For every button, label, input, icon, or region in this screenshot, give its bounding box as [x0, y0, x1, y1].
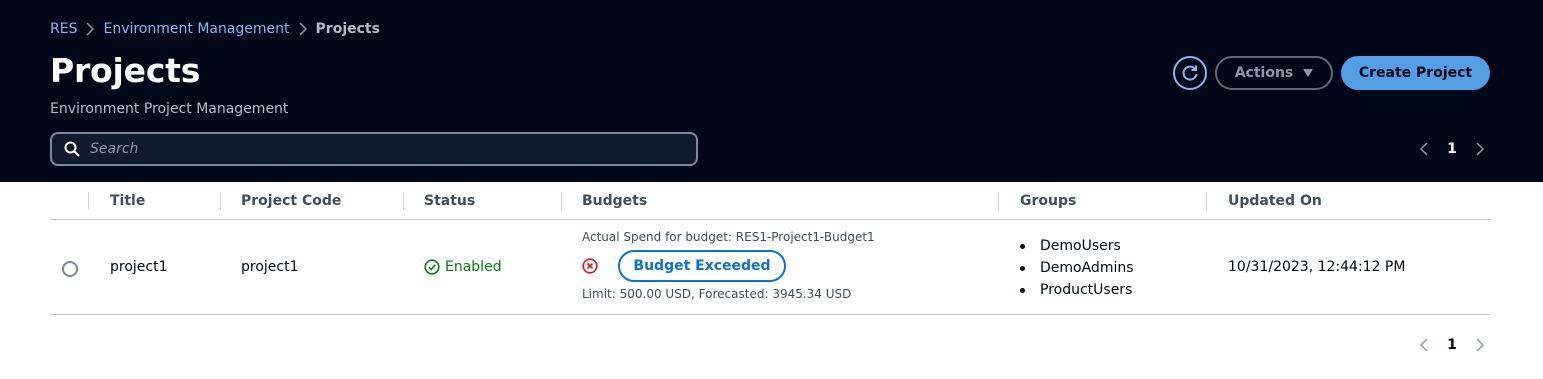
group-item: DemoAdmins	[1020, 257, 1134, 279]
breadcrumb-item-environment-management[interactable]: Environment Management	[103, 20, 289, 38]
refresh-button[interactable]	[1173, 56, 1207, 90]
refresh-icon	[1182, 65, 1198, 81]
pagination-top: 1	[1412, 137, 1492, 161]
group-item: ProductUsers	[1020, 279, 1134, 301]
chevron-left-icon[interactable]	[1412, 333, 1436, 357]
chevron-right-icon[interactable]	[1468, 333, 1492, 357]
groups-list: DemoUsers DemoAdmins ProductUsers	[1020, 235, 1134, 301]
page-number[interactable]: 1	[1436, 337, 1468, 353]
page-header: RES Environment Management Projects Proj…	[0, 0, 1543, 182]
column-header-groups[interactable]: Groups	[1020, 182, 1076, 219]
column-divider[interactable]	[403, 192, 404, 210]
search-input[interactable]	[90, 141, 670, 157]
search-icon	[64, 141, 80, 157]
row-select-radio[interactable]	[62, 261, 78, 277]
caret-down-icon	[1303, 69, 1314, 77]
column-header-status[interactable]: Status	[424, 182, 475, 219]
cell-budgets: Actual Spend for budget: RES1-Project1-B…	[582, 230, 875, 301]
budget-label: Actual Spend for budget: RES1-Project1-B…	[582, 230, 875, 244]
column-divider[interactable]	[220, 192, 221, 210]
chevron-right-icon	[77, 22, 103, 36]
column-header-project-code[interactable]: Project Code	[241, 182, 341, 219]
page-title: Projects	[50, 51, 201, 90]
cell-groups: DemoUsers DemoAdmins ProductUsers	[1020, 235, 1134, 301]
budget-exceeded-button[interactable]: Budget Exceeded	[618, 250, 786, 282]
budget-limit: Limit: 500.00 USD, Forecasted: 3945.34 U…	[582, 287, 852, 301]
column-divider[interactable]	[561, 192, 562, 210]
search-field[interactable]	[50, 132, 698, 166]
error-circle-icon	[582, 258, 598, 274]
actions-label: Actions	[1234, 65, 1294, 81]
group-item: DemoUsers	[1020, 235, 1134, 257]
status-text: Enabled	[445, 259, 502, 275]
column-header-budgets[interactable]: Budgets	[582, 182, 647, 219]
column-divider[interactable]	[1206, 192, 1207, 210]
column-header-title[interactable]: Title	[110, 182, 145, 219]
table-header: Title Project Code Status Budgets Groups…	[50, 182, 1490, 220]
cell-status: Enabled	[424, 259, 502, 275]
cell-project-code: project1	[241, 259, 299, 275]
column-header-updated-on[interactable]: Updated On	[1228, 182, 1322, 219]
column-divider[interactable]	[998, 192, 999, 210]
chevron-left-icon[interactable]	[1412, 137, 1436, 161]
create-project-button[interactable]: Create Project	[1341, 56, 1490, 90]
pagination-bottom: 1	[1412, 333, 1492, 357]
column-divider[interactable]	[88, 192, 89, 210]
chevron-right-icon[interactable]	[1468, 137, 1492, 161]
chevron-right-icon	[290, 22, 316, 36]
cell-updated-on: 10/31/2023, 12:44:12 PM	[1228, 259, 1406, 275]
actions-button[interactable]: Actions	[1215, 56, 1333, 90]
check-circle-icon	[424, 259, 440, 275]
page-subtitle: Environment Project Management	[50, 101, 289, 117]
breadcrumb: RES Environment Management Projects	[50, 20, 380, 38]
breadcrumb-current: Projects	[315, 21, 380, 37]
page-number[interactable]: 1	[1436, 141, 1468, 157]
table-row: project1 project1 Enabled Actual Spend f…	[50, 220, 1490, 315]
breadcrumb-item-res[interactable]: RES	[50, 20, 77, 38]
projects-table: Title Project Code Status Budgets Groups…	[50, 182, 1490, 315]
cell-title: project1	[110, 259, 168, 275]
